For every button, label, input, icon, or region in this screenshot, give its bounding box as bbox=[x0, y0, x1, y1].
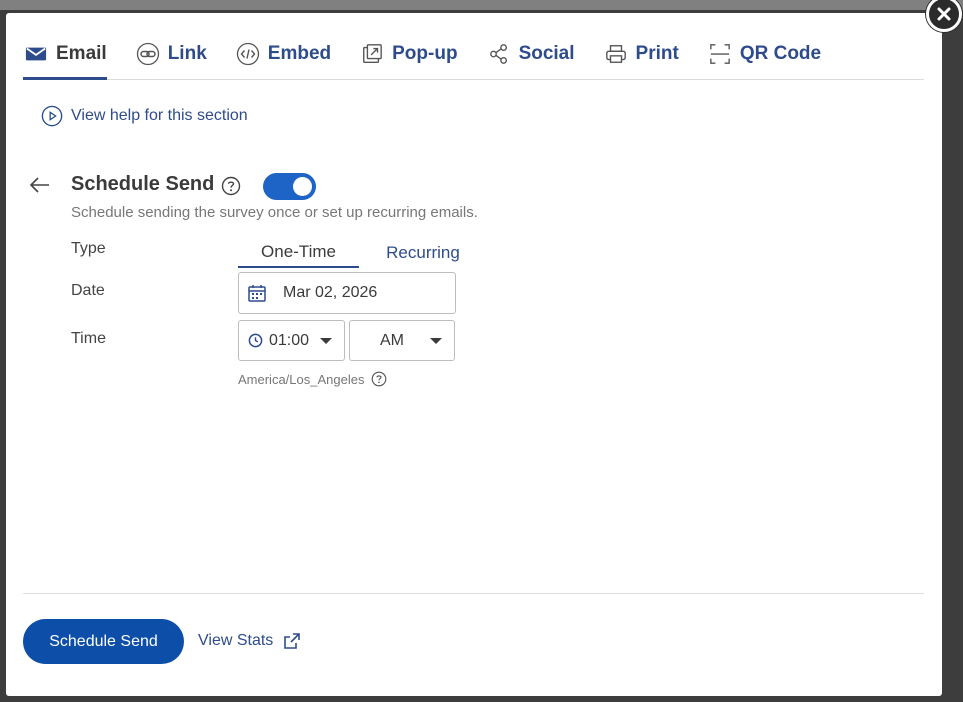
hour-select[interactable]: 01:00 bbox=[238, 320, 345, 361]
timezone-value: America/Los_Angeles bbox=[238, 371, 365, 387]
view-stats-label: View Stats bbox=[198, 632, 274, 649]
ampm-select[interactable]: AM bbox=[349, 320, 455, 361]
tab-embed[interactable]: Embed bbox=[235, 40, 331, 68]
help-label: View help for this section bbox=[71, 107, 248, 124]
view-stats-link[interactable]: View Stats bbox=[198, 632, 301, 650]
footer-divider bbox=[23, 593, 924, 594]
schedule-toggle[interactable] bbox=[263, 173, 316, 200]
popup-icon bbox=[360, 42, 384, 66]
toggle-knob bbox=[293, 177, 312, 196]
tab-label: Print bbox=[635, 43, 679, 64]
tab-label: Social bbox=[518, 43, 575, 64]
tab-print[interactable]: Print bbox=[603, 40, 679, 68]
back-arrow-icon[interactable] bbox=[28, 173, 52, 197]
date-value: Mar 02, 2026 bbox=[283, 284, 378, 301]
tab-link[interactable]: Link bbox=[135, 40, 207, 68]
timezone-note: America/Los_Angeles bbox=[238, 371, 387, 387]
tab-label: Email bbox=[56, 43, 107, 64]
schedule-send-button[interactable]: Schedule Send bbox=[23, 619, 184, 664]
chevron-down-icon bbox=[320, 338, 332, 344]
ampm-value: AM bbox=[380, 331, 404, 349]
tab-label: QR Code bbox=[739, 43, 822, 64]
printer-icon bbox=[604, 42, 628, 66]
clock-icon bbox=[248, 333, 263, 348]
tab-social[interactable]: Social bbox=[486, 40, 575, 68]
close-icon bbox=[937, 7, 951, 21]
chevron-down-icon bbox=[430, 338, 442, 344]
time-label: Time bbox=[71, 330, 106, 347]
code-icon bbox=[236, 42, 260, 66]
help-question-icon[interactable] bbox=[221, 176, 241, 196]
help-link[interactable]: View help for this section bbox=[41, 105, 248, 127]
calendar-icon bbox=[248, 285, 266, 302]
share-modal: Email Link Embed Pop-up Social Print QR … bbox=[6, 13, 942, 696]
tab-popup[interactable]: Pop-up bbox=[359, 40, 458, 68]
envelope-icon bbox=[24, 42, 48, 66]
schedule-subtitle: Schedule sending the survey once or set … bbox=[71, 204, 478, 221]
external-link-icon bbox=[284, 633, 301, 649]
timezone-help-icon[interactable] bbox=[371, 371, 387, 387]
type-label: Type bbox=[71, 240, 106, 257]
date-label: Date bbox=[71, 282, 105, 299]
share-tabs: Email Link Embed Pop-up Social Print QR … bbox=[23, 40, 924, 80]
tab-qr-code[interactable]: QR Code bbox=[707, 40, 821, 68]
tab-label: Link bbox=[167, 43, 207, 64]
schedule-title: Schedule Send bbox=[71, 173, 215, 195]
qr-scan-icon bbox=[708, 42, 732, 66]
share-icon bbox=[487, 42, 511, 66]
tab-label: Embed bbox=[267, 43, 332, 64]
type-option-one-time[interactable]: One-Time bbox=[238, 237, 359, 268]
date-field[interactable]: Mar 02, 2026 bbox=[238, 272, 456, 314]
link-icon bbox=[136, 42, 160, 66]
type-option-recurring[interactable]: Recurring bbox=[368, 237, 478, 268]
hour-value: 01:00 bbox=[269, 331, 310, 349]
tab-label: Pop-up bbox=[392, 43, 458, 64]
tab-email[interactable]: Email bbox=[23, 40, 107, 80]
background-page-strip bbox=[0, 0, 963, 10]
play-circle-icon bbox=[41, 105, 63, 127]
